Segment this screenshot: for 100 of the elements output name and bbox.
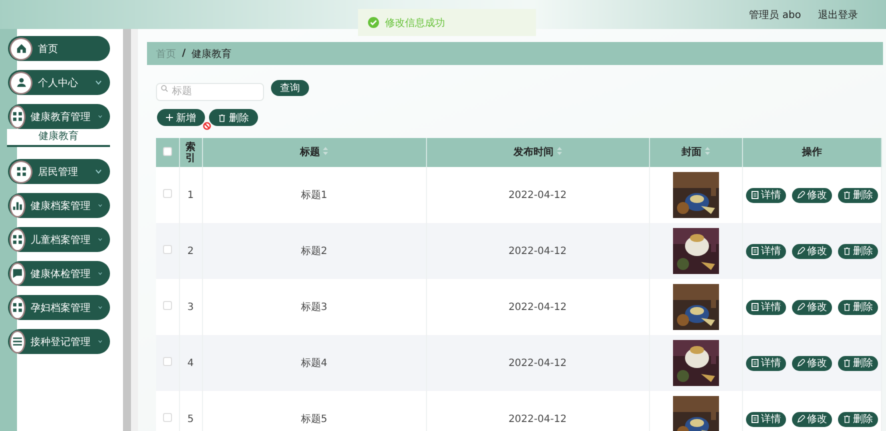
table-cell: 5 xyxy=(187,414,194,424)
home-icon xyxy=(16,43,26,54)
trash-icon xyxy=(842,415,851,423)
table-cell: 标题1 xyxy=(300,190,328,201)
chevron-icon xyxy=(98,271,102,276)
chevron-icon xyxy=(98,114,102,119)
chevron-icon xyxy=(98,203,102,208)
delete-button[interactable]: 删除 xyxy=(209,109,258,126)
sidebar-item[interactable]: 健康档案管理 xyxy=(8,193,110,218)
success-icon xyxy=(368,17,379,28)
column-header[interactable]: 标题 xyxy=(300,147,320,158)
trash-icon xyxy=(842,247,851,255)
table-cell: 标题2 xyxy=(300,246,328,257)
table-cell: 3 xyxy=(187,302,194,312)
search-icon xyxy=(161,85,168,92)
details-button[interactable]: 详情 xyxy=(746,356,786,370)
chevron-icon xyxy=(98,237,102,242)
logout-link[interactable]: 退出登录 xyxy=(818,8,858,22)
checkbox[interactable] xyxy=(162,146,172,156)
checkbox[interactable] xyxy=(162,357,172,366)
trash-icon xyxy=(218,114,226,122)
checkbox[interactable] xyxy=(162,301,172,310)
sidebar-item[interactable]: 接种登记管理 xyxy=(8,329,110,354)
not-allowed-icon xyxy=(203,122,211,130)
edit-button[interactable]: 修改 xyxy=(792,412,832,426)
table-cell: 标题5 xyxy=(300,414,328,425)
sidebar-item[interactable]: 健康教育管理 xyxy=(8,104,110,129)
column-header[interactable]: 封面 xyxy=(681,147,702,158)
search-button[interactable]: 查询 xyxy=(271,80,309,96)
edit-button[interactable]: 修改 xyxy=(792,356,832,370)
breadcrumb-separator: / xyxy=(182,48,186,59)
bar-chart-icon xyxy=(12,200,23,211)
edit-icon xyxy=(796,359,805,367)
table-cell: 2022-04-12 xyxy=(508,358,567,368)
table-cell: 2022-04-12 xyxy=(508,302,567,312)
delete-button[interactable]: 删除 xyxy=(838,244,878,258)
add-button[interactable]: 新增 xyxy=(157,109,205,126)
grid-icon xyxy=(12,111,23,122)
submenu-item[interactable]: 健康教育 xyxy=(7,129,110,147)
toast-message: 修改信息成功 xyxy=(385,16,445,30)
table-cell: 4 xyxy=(187,358,194,368)
chevron-icon xyxy=(95,169,102,174)
column-header: 操作 xyxy=(802,147,822,158)
details-button[interactable]: 详情 xyxy=(746,412,786,426)
edit-button[interactable]: 修改 xyxy=(792,300,832,314)
chevron-icon xyxy=(95,80,102,85)
user-icon xyxy=(16,77,26,88)
edit-button[interactable]: 修改 xyxy=(792,244,832,258)
table-cell: 2022-04-12 xyxy=(508,246,567,256)
document-icon xyxy=(750,303,759,311)
document-icon xyxy=(750,415,759,423)
checkbox[interactable] xyxy=(162,245,172,254)
details-button[interactable]: 详情 xyxy=(746,300,786,314)
column-header[interactable]: 发布时间 xyxy=(513,147,554,158)
grid-icon xyxy=(12,234,23,245)
trash-icon xyxy=(842,359,851,367)
user-name: 管理员 abo xyxy=(749,8,801,22)
edit-icon xyxy=(796,247,805,255)
column-header: 索引 xyxy=(186,142,196,164)
sort-icon xyxy=(323,147,328,155)
chevron-icon xyxy=(98,339,102,344)
table-cell: 标题4 xyxy=(300,358,328,369)
sidebar-item[interactable]: 儿童档案管理 xyxy=(8,227,110,252)
sidebar-item[interactable]: 孕妇档案管理 xyxy=(8,295,110,320)
table-cell: 2 xyxy=(187,246,194,256)
checkbox[interactable] xyxy=(162,189,172,198)
sidebar-item[interactable]: 个人中心 xyxy=(8,70,110,95)
details-button[interactable]: 详情 xyxy=(746,188,786,202)
checkbox[interactable] xyxy=(162,413,172,422)
table-cell: 2022-04-12 xyxy=(508,190,567,200)
document-icon xyxy=(750,191,759,199)
edit-icon xyxy=(796,191,805,199)
delete-button[interactable]: 删除 xyxy=(838,412,878,426)
document-icon xyxy=(750,359,759,367)
table-cell: 2022-04-12 xyxy=(508,414,567,424)
sort-icon xyxy=(704,147,710,155)
delete-button[interactable]: 删除 xyxy=(838,356,878,370)
delete-button[interactable]: 删除 xyxy=(838,300,878,314)
table-cell: 1 xyxy=(187,190,194,200)
edit-button[interactable]: 修改 xyxy=(792,188,832,202)
chevron-icon xyxy=(98,305,102,310)
breadcrumb-current: 健康教育 xyxy=(192,48,232,60)
document-icon xyxy=(750,247,759,255)
search-field[interactable]: 标题 xyxy=(156,82,264,100)
trash-icon xyxy=(842,303,851,311)
edit-icon xyxy=(796,415,805,423)
plus-icon xyxy=(166,114,173,121)
list-icon xyxy=(12,336,23,347)
delete-button[interactable]: 删除 xyxy=(838,188,878,202)
details-button[interactable]: 详情 xyxy=(746,244,786,258)
sidebar-item[interactable]: 首页 xyxy=(8,36,110,61)
grid-icon xyxy=(16,166,26,177)
grid-icon xyxy=(12,302,23,313)
sidebar-item[interactable]: 居民管理 xyxy=(8,159,110,184)
chat-icon xyxy=(12,268,23,279)
sort-icon xyxy=(556,147,562,155)
table-cell: 标题3 xyxy=(300,302,328,313)
trash-icon xyxy=(842,191,851,199)
edit-icon xyxy=(796,303,805,311)
sidebar-item[interactable]: 健康体检管理 xyxy=(8,261,110,286)
